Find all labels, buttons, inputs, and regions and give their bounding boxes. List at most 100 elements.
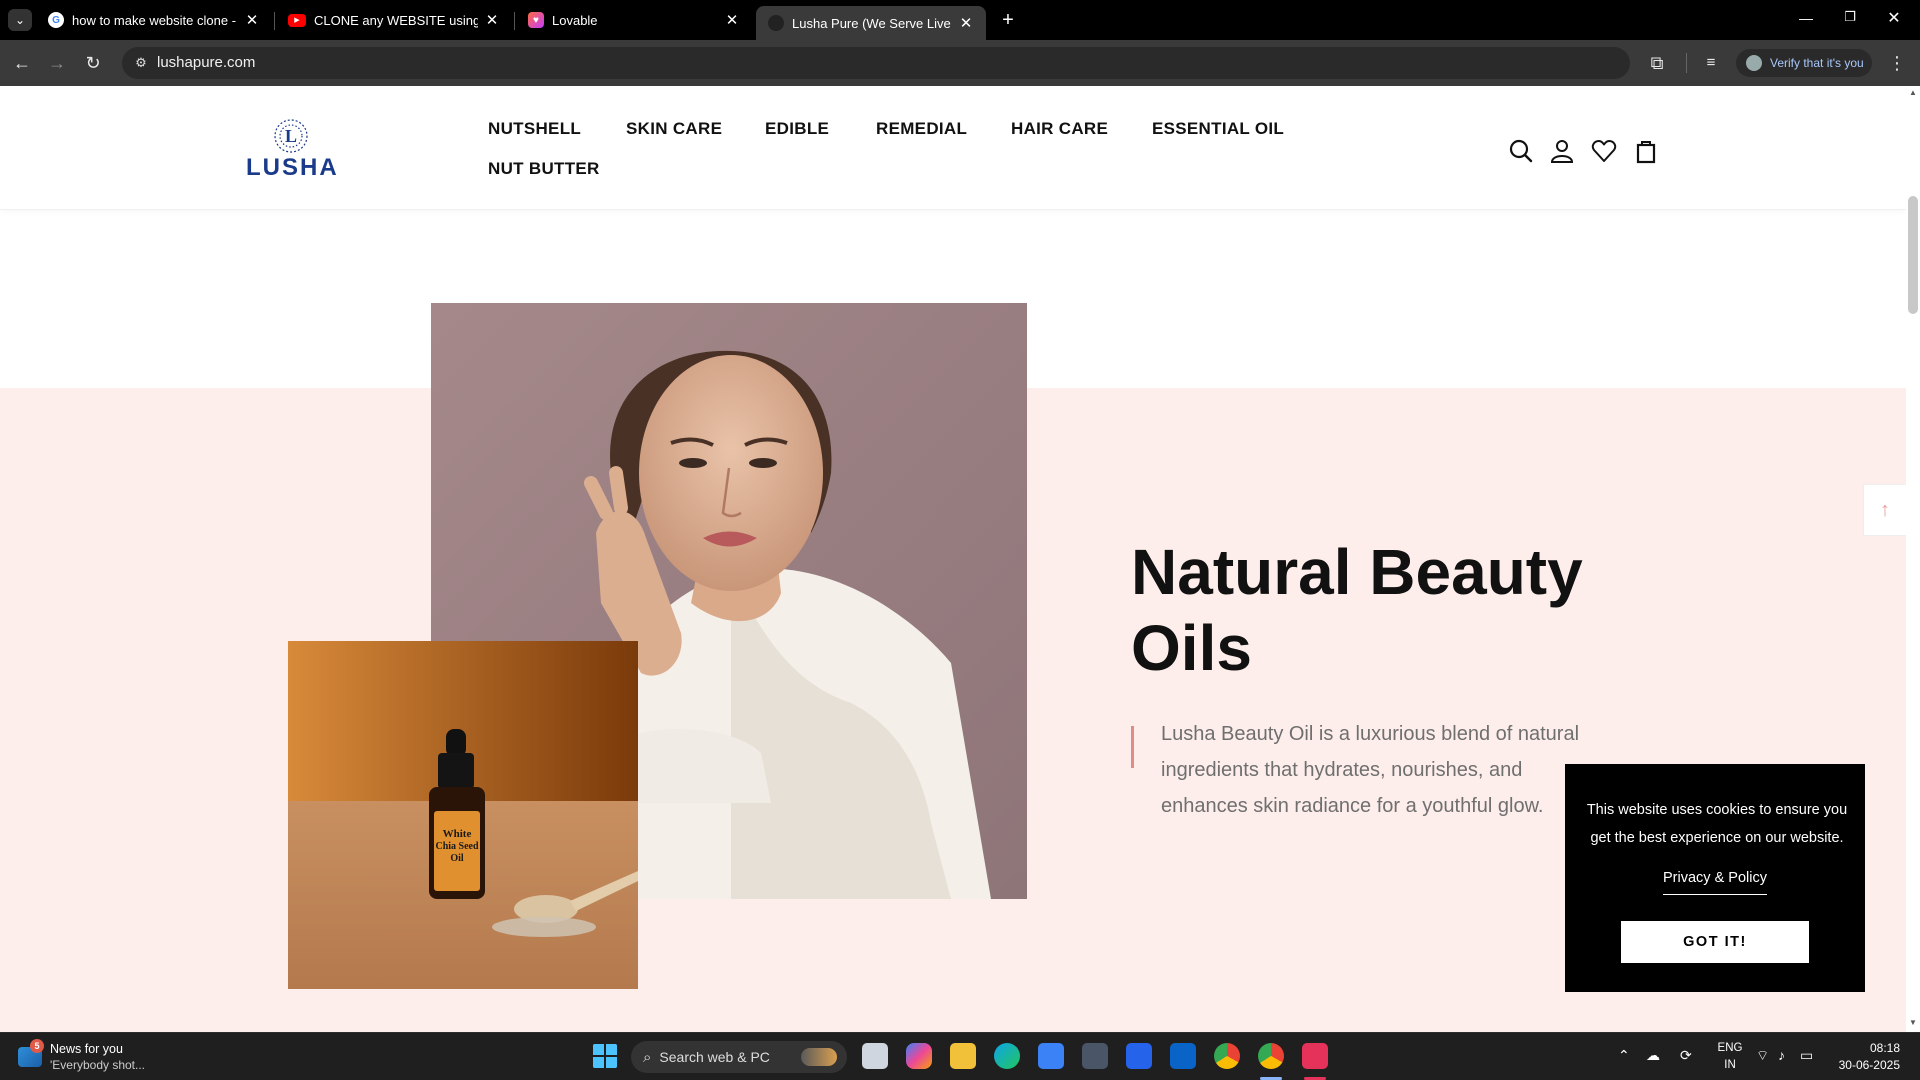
youtube-icon: ▶: [288, 13, 306, 27]
tab-search-button[interactable]: ⌄: [8, 9, 32, 31]
lang-line2: IN: [1724, 1059, 1736, 1071]
clock-date: 30-06-2025: [1838, 1058, 1900, 1072]
microsoft-store-icon[interactable]: [1038, 1043, 1064, 1069]
nav-remedial[interactable]: REMEDIAL: [876, 119, 967, 139]
menu-icon[interactable]: ⋮: [1886, 52, 1908, 74]
bottle-label-line1: White: [443, 828, 472, 840]
url-text[interactable]: lushapure.com: [157, 54, 255, 71]
oil-bottle-illustration: White Chia Seed Oil: [288, 641, 638, 989]
system-clock[interactable]: 08:18 30-06-2025: [1836, 1040, 1900, 1074]
outlook-icon[interactable]: [1170, 1043, 1196, 1069]
hero-description: Lusha Beauty Oil is a luxurious blend of…: [1161, 723, 1580, 817]
app-icon-pink[interactable]: [1302, 1043, 1328, 1069]
restore-icon[interactable]: ❐: [1840, 9, 1860, 25]
onedrive-icon[interactable]: ☁: [1646, 1047, 1660, 1064]
windows-taskbar: 5 News for you 'Everybody shot... ⌕ Sear…: [0, 1032, 1920, 1080]
address-bar[interactable]: ⚙: [122, 47, 1630, 79]
forward-icon[interactable]: →: [46, 52, 68, 74]
search-icon[interactable]: [1508, 138, 1534, 164]
extensions-icon[interactable]: ⧉: [1646, 52, 1668, 74]
chrome-icon[interactable]: [1214, 1043, 1240, 1069]
minimize-icon[interactable]: —: [1796, 10, 1816, 26]
tab-title: how to make website clone - G: [72, 12, 238, 28]
logo-text: LUSHA: [246, 154, 339, 181]
site-logo[interactable]: L LUSHA: [246, 116, 339, 182]
news-widget[interactable]: 5 News for you 'Everybody shot...: [18, 1039, 178, 1075]
profile-avatar-icon: [1746, 55, 1762, 71]
verify-identity-chip[interactable]: Verify that it's you: [1736, 49, 1872, 77]
nav-essential-oil[interactable]: ESSENTIAL OIL: [1152, 119, 1284, 139]
file-explorer-icon[interactable]: [950, 1043, 976, 1069]
close-icon[interactable]: ✕: [484, 11, 500, 29]
cookie-message: This website uses cookies to ensure you …: [1586, 802, 1848, 846]
google-icon: G: [48, 12, 64, 28]
app-icon-blue[interactable]: [1126, 1043, 1152, 1069]
windows-start-icon[interactable]: [592, 1043, 618, 1069]
scrollbar-thumb[interactable]: [1908, 196, 1918, 314]
app-icon-hexagon[interactable]: [1082, 1043, 1108, 1069]
close-icon[interactable]: ✕: [724, 11, 740, 29]
copilot-icon[interactable]: [906, 1043, 932, 1069]
toolbar-divider: [1686, 53, 1687, 73]
shopping-bag-icon[interactable]: [1633, 138, 1659, 164]
account-icon[interactable]: [1549, 138, 1575, 164]
privacy-policy-link[interactable]: Privacy & Policy: [1663, 870, 1767, 895]
nav-hair-care[interactable]: HAIR CARE: [1011, 119, 1108, 139]
nav-nutshell[interactable]: NUTSHELL: [488, 119, 581, 139]
close-window-icon[interactable]: ✕: [1884, 8, 1904, 28]
lusha-icon: [768, 15, 784, 31]
scroll-down-arrow-icon[interactable]: ▼: [1908, 1018, 1918, 1027]
browser-tab-bar: ⌄ G how to make website clone - G ✕ ▶ CL…: [0, 0, 1920, 40]
bottle-label-line3: Oil: [450, 853, 464, 864]
nav-skin-care[interactable]: SKIN CARE: [626, 119, 722, 139]
reload-icon[interactable]: ↻: [82, 52, 104, 74]
language-indicator[interactable]: ENG IN: [1716, 1040, 1744, 1074]
clock-time: 08:18: [1869, 1041, 1900, 1055]
task-view-icon[interactable]: [862, 1043, 888, 1069]
nav-nut-butter[interactable]: NUT BUTTER: [488, 159, 600, 179]
hero-heading-line2: Oils: [1131, 612, 1252, 684]
tab-youtube[interactable]: ▶ CLONE any WEBSITE using AI - ✕: [276, 4, 512, 36]
hero-heading: Natural Beauty Oils: [1131, 534, 1651, 686]
product-image-chia-seed-oil: White Chia Seed Oil: [288, 641, 638, 989]
back-icon[interactable]: ←: [11, 52, 33, 74]
taskbar-search-box[interactable]: ⌕ Search web & PC: [631, 1041, 847, 1073]
quote-accent-bar: [1131, 726, 1134, 768]
media-controls-icon[interactable]: ≡: [1700, 52, 1722, 74]
volume-icon[interactable]: ♪: [1778, 1047, 1785, 1063]
tab-google-search[interactable]: G how to make website clone - G ✕: [36, 4, 272, 36]
privacy-policy-link-wrap: Privacy & Policy: [1565, 870, 1865, 895]
arrow-up-icon: ↑: [1880, 499, 1890, 521]
svg-text:L: L: [285, 126, 297, 146]
tab-lusha-pure[interactable]: Lusha Pure (We Serve Live & Pu ✕: [756, 6, 986, 40]
hero-heading-line1: Natural Beauty: [1131, 536, 1583, 608]
sync-icon[interactable]: ⟳: [1680, 1047, 1692, 1064]
tab-lovable[interactable]: ♥ Lovable ✕: [516, 4, 752, 36]
lovable-icon: ♥: [528, 12, 544, 28]
wifi-icon[interactable]: ⌔: [1756, 1047, 1769, 1065]
tab-divider: [274, 12, 275, 30]
search-icon: ⌕: [643, 1048, 652, 1066]
battery-icon[interactable]: ▭: [1800, 1047, 1813, 1064]
tab-title: CLONE any WEBSITE using AI -: [314, 12, 478, 28]
site-header: L LUSHA NUTSHELL SKIN CARE EDIBLE REMEDI…: [0, 86, 1906, 210]
close-icon[interactable]: ✕: [958, 14, 974, 32]
news-subtitle: 'Everybody shot...: [50, 1058, 146, 1072]
site-info-icon[interactable]: ⚙: [132, 54, 150, 72]
show-hidden-icons-chevron-icon[interactable]: ⌃: [1618, 1047, 1630, 1064]
nav-edible[interactable]: EDIBLE: [765, 119, 829, 139]
new-tab-button[interactable]: +: [996, 8, 1020, 32]
tab-divider: [514, 12, 515, 30]
close-icon[interactable]: ✕: [244, 11, 260, 29]
web-page: L LUSHA NUTSHELL SKIN CARE EDIBLE REMEDI…: [0, 86, 1906, 1032]
tab-title: Lusha Pure (We Serve Live & Pu: [792, 15, 952, 31]
lang-line1: ENG: [1717, 1042, 1743, 1054]
scroll-up-arrow-icon[interactable]: ▲: [1908, 88, 1918, 97]
cookie-accept-button[interactable]: GOT IT!: [1621, 921, 1809, 963]
edge-icon[interactable]: [994, 1043, 1020, 1069]
tab-title: Lovable: [552, 12, 598, 28]
wishlist-heart-icon[interactable]: [1591, 138, 1617, 164]
verify-label: Verify that it's you: [1770, 56, 1864, 70]
scroll-to-top-button[interactable]: ↑: [1863, 484, 1906, 536]
chrome-active-icon[interactable]: [1258, 1043, 1284, 1069]
